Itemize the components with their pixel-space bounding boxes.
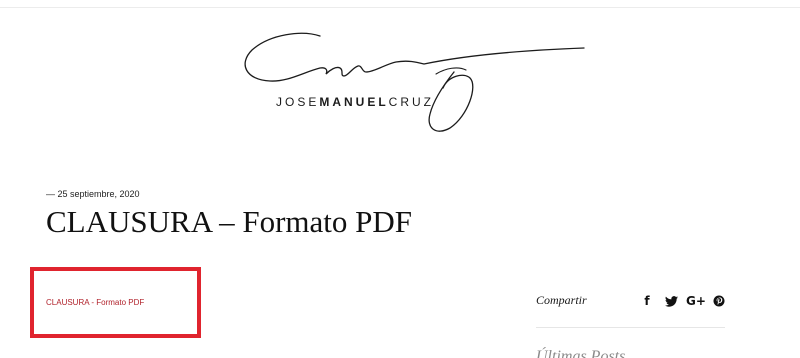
sidebar-divider [536, 327, 725, 328]
share-label: Compartir [536, 293, 587, 307]
twitter-icon[interactable] [662, 295, 680, 307]
page: JOSEMANUELCRUZ — 25 septiembre, 2020 CLA… [0, 0, 800, 358]
post-date: — 25 septiembre, 2020 [46, 189, 140, 199]
logo-wordmark: JOSEMANUELCRUZ [276, 95, 434, 109]
attachment-highlight-box: CLAUSURA - Formato PDF [30, 267, 201, 338]
recent-posts-heading: Últimas Posts [536, 348, 626, 358]
pdf-attachment-link[interactable]: CLAUSURA - Formato PDF [46, 298, 144, 308]
logo-text-last: CRUZ [388, 95, 434, 109]
header-divider [0, 7, 800, 8]
site-logo[interactable]: JOSEMANUELCRUZ [240, 24, 592, 136]
logo-text-middle: MANUEL [319, 95, 389, 109]
signature-logo-mark [244, 32, 585, 132]
share-icons: f G+ [638, 293, 734, 309]
facebook-icon[interactable]: f [638, 293, 656, 309]
pinterest-icon[interactable] [710, 295, 728, 307]
logo-text-first: JOSE [276, 95, 320, 109]
post-title: CLAUSURA – Formato PDF [46, 204, 413, 239]
google-plus-icon[interactable]: G+ [686, 293, 706, 309]
